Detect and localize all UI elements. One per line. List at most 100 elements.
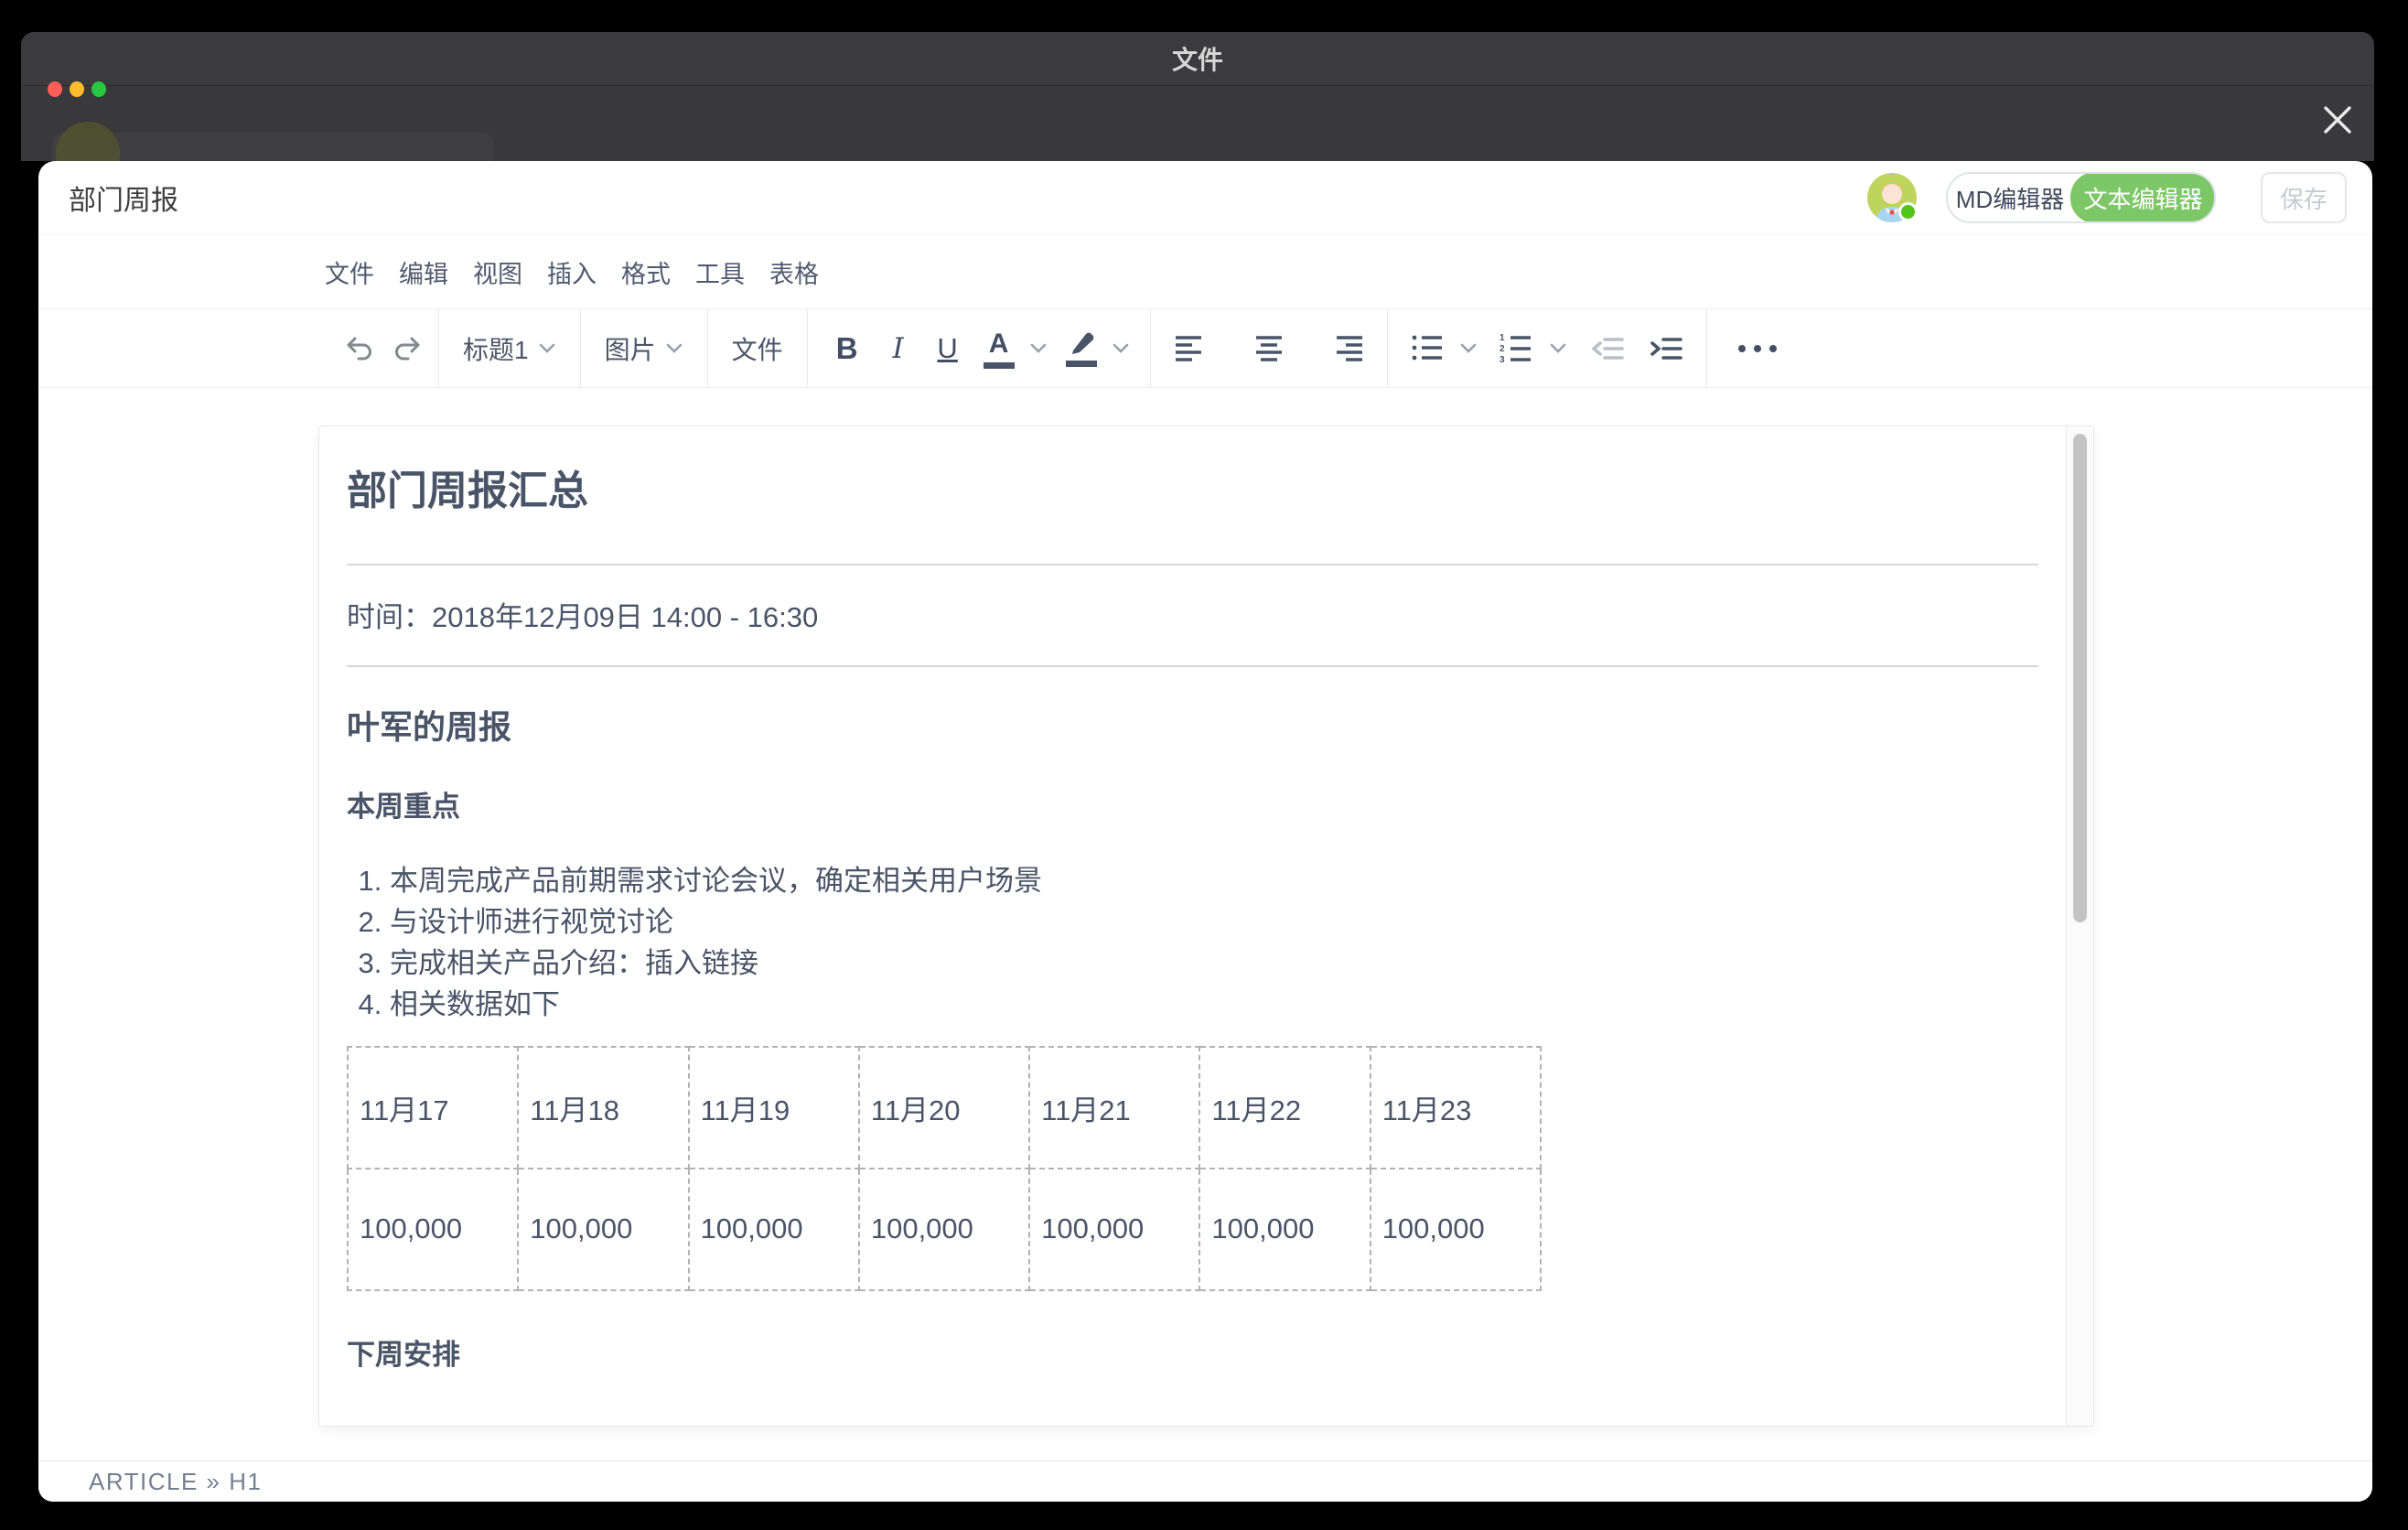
- menu-view[interactable]: 视图: [473, 254, 522, 290]
- table-cell[interactable]: 100,000: [859, 1169, 1029, 1290]
- editor-content-area: 部门周报汇总 时间：2018年12月09日 14:00 - 16:30 叶军的周…: [38, 388, 2372, 1460]
- window-chrome: 文件: [21, 32, 2374, 161]
- list-item: 与设计师进行视觉讨论: [390, 908, 2038, 936]
- indent-button[interactable]: [1650, 335, 1682, 362]
- avatar[interactable]: [1867, 173, 1917, 222]
- bullet-list-icon: [1412, 334, 1445, 363]
- table-cell[interactable]: 11月20: [859, 1047, 1029, 1169]
- doc-time-line: 时间：2018年12月09日 14:00 - 16:30: [347, 603, 2038, 631]
- menu-format[interactable]: 格式: [621, 254, 671, 290]
- table-cell[interactable]: 100,000: [1029, 1169, 1199, 1290]
- heading-dropdown[interactable]: 标题1: [439, 330, 580, 367]
- underline-button[interactable]: U: [929, 332, 967, 365]
- doc-heading-3: 本周重点: [347, 792, 2038, 823]
- table-cell[interactable]: 100,000: [348, 1169, 518, 1290]
- md-editor-button[interactable]: MD编辑器: [1948, 174, 2072, 221]
- more-tools-button[interactable]: [1738, 345, 1777, 352]
- undo-button[interactable]: [343, 332, 376, 365]
- menu-bar: 文件 编辑 视图 插入 格式 工具 表格: [38, 235, 2372, 309]
- table-cell[interactable]: 100,000: [1199, 1169, 1370, 1290]
- table-cell[interactable]: 11月19: [689, 1047, 859, 1169]
- highlighter-icon: [1066, 330, 1097, 358]
- doc-heading-3: 下周安排: [347, 1340, 2038, 1371]
- editor-modal: 部门周报: [38, 161, 2372, 1502]
- chevron-down-icon: [538, 342, 556, 355]
- image-dropdown[interactable]: 图片: [581, 330, 707, 367]
- divider: [347, 665, 2038, 667]
- save-button[interactable]: 保存: [2261, 172, 2347, 223]
- align-center-icon: [1253, 335, 1285, 362]
- scrollbar-thumb[interactable]: [2073, 434, 2087, 922]
- outdent-button[interactable]: [1591, 335, 1624, 362]
- close-window-button[interactable]: [48, 81, 62, 97]
- bullet-list-button[interactable]: [1412, 334, 1445, 363]
- bold-button[interactable]: B: [828, 331, 866, 366]
- chevron-down-icon[interactable]: [1112, 342, 1130, 355]
- list-item: 本周完成产品前期需求讨论会议，确定相关用户场景: [390, 867, 2038, 895]
- status-bar: ARTICLE » H1: [38, 1460, 2372, 1502]
- numbered-list-icon: 1 2 3: [1500, 333, 1534, 364]
- doc-heading-2: 叶军的周报: [347, 709, 2038, 746]
- document-page: 部门周报汇总 时间：2018年12月09日 14:00 - 16:30 叶军的周…: [318, 426, 2094, 1427]
- chevron-down-icon[interactable]: [1029, 342, 1048, 355]
- table-cell[interactable]: 100,000: [689, 1169, 859, 1290]
- divider: [347, 564, 2038, 566]
- scrollbar-track[interactable]: [2067, 426, 2093, 1426]
- close-icon: [2320, 102, 2355, 137]
- header-actions: MD编辑器 文本编辑器 保存: [1867, 172, 2347, 223]
- chevron-down-icon[interactable]: [1549, 342, 1567, 355]
- highlight-button[interactable]: [1060, 330, 1102, 367]
- table-cell[interactable]: 11月18: [518, 1047, 688, 1169]
- menu-tools[interactable]: 工具: [695, 254, 745, 290]
- toolbar-divider: [1387, 309, 1388, 387]
- redo-button[interactable]: [391, 332, 424, 365]
- chevron-down-icon[interactable]: [1459, 342, 1478, 355]
- font-color-button[interactable]: A: [978, 329, 1020, 369]
- traffic-lights: [48, 81, 106, 97]
- minimize-window-button[interactable]: [70, 81, 84, 97]
- table-cell[interactable]: 100,000: [518, 1169, 688, 1290]
- undo-icon: [343, 332, 376, 365]
- menu-edit[interactable]: 编辑: [399, 254, 448, 290]
- document-body[interactable]: 部门周报汇总 时间：2018年12月09日 14:00 - 16:30 叶军的周…: [319, 426, 2067, 1426]
- table-cell[interactable]: 11月17: [348, 1047, 518, 1169]
- italic-button[interactable]: I: [879, 332, 918, 365]
- window-title: 文件: [1172, 40, 1223, 77]
- text-editor-button[interactable]: 文本编辑器: [2070, 172, 2216, 223]
- breadcrumb: ARTICLE » H1: [89, 1468, 262, 1496]
- screen: 文件 部门周报: [0, 0, 2408, 1530]
- window-titlebar: 文件: [21, 32, 2374, 86]
- close-modal-button[interactable]: [2316, 98, 2360, 142]
- more-icon: [1769, 345, 1777, 352]
- menu-file[interactable]: 文件: [325, 254, 374, 290]
- highlight-swatch: [1066, 361, 1097, 367]
- menu-table[interactable]: 表格: [769, 254, 819, 290]
- outdent-icon: [1591, 335, 1624, 362]
- doc-table: 11月17 11月18 11月19 11月20 11月21 11月22 11月2…: [347, 1046, 1542, 1291]
- align-left-button[interactable]: [1151, 335, 1230, 362]
- table-cell[interactable]: 100,000: [1371, 1169, 1541, 1290]
- table-cell[interactable]: 11月21: [1029, 1047, 1199, 1169]
- svg-text:3: 3: [1500, 355, 1505, 364]
- align-left-icon: [1175, 335, 1206, 362]
- table-cell[interactable]: 11月23: [1371, 1047, 1541, 1169]
- zoom-window-button[interactable]: [91, 81, 106, 97]
- menu-insert[interactable]: 插入: [547, 254, 597, 290]
- more-icon: [1738, 345, 1746, 352]
- svg-text:2: 2: [1500, 344, 1505, 354]
- align-right-button[interactable]: [1308, 335, 1387, 362]
- dimmed-background-avatar: [56, 122, 120, 161]
- modal-header: 部门周报: [38, 161, 2372, 235]
- numbered-list-button[interactable]: 1 2 3: [1500, 333, 1534, 364]
- doc-ordered-list: 本周完成产品前期需求讨论会议，确定相关用户场景 与设计师进行视觉讨论 完成相关产…: [347, 867, 2038, 1018]
- table-row: 100,000 100,000 100,000 100,000 100,000 …: [348, 1169, 1541, 1290]
- list-item: 完成相关产品介绍：插入链接: [390, 949, 2038, 977]
- toolbar-divider: [1706, 309, 1707, 387]
- doc-heading-1: 部门周报汇总: [347, 465, 2038, 517]
- file-attach-button[interactable]: 文件: [708, 330, 807, 367]
- document-title: 部门周报: [69, 178, 178, 218]
- table-cell[interactable]: 11月22: [1199, 1047, 1370, 1169]
- table-row: 11月17 11月18 11月19 11月20 11月21 11月22 11月2…: [348, 1047, 1541, 1169]
- align-center-button[interactable]: [1230, 335, 1308, 362]
- editor-mode-toggle: MD编辑器 文本编辑器: [1946, 172, 2216, 223]
